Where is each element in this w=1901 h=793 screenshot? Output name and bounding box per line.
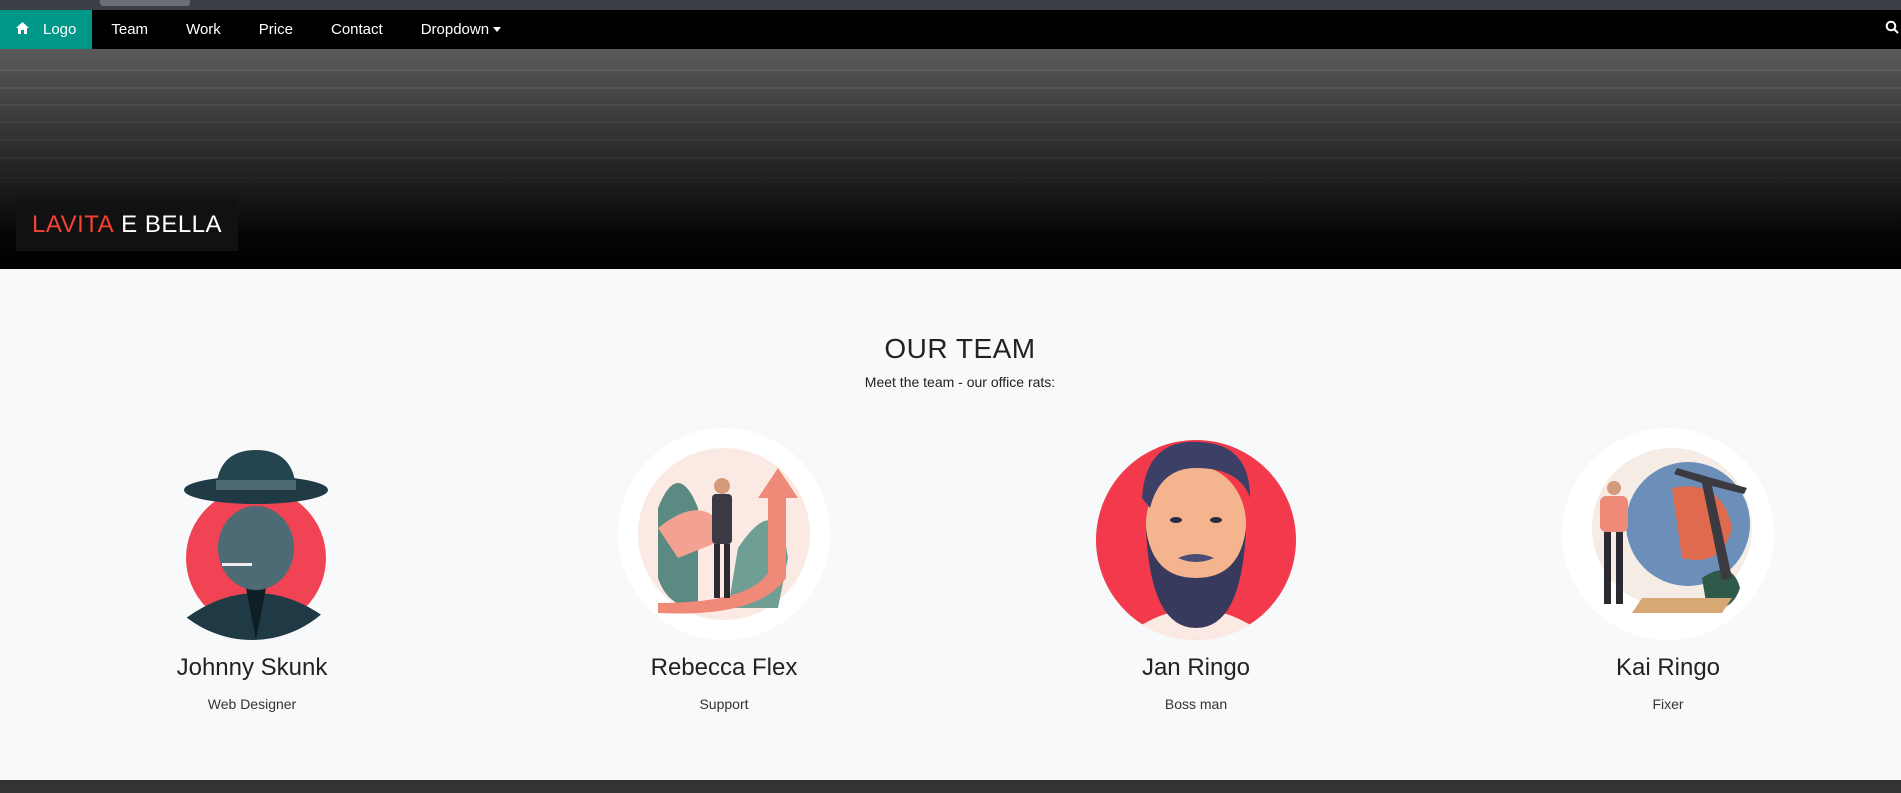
avatar — [146, 428, 358, 640]
nav-logo-label: Logo — [43, 21, 77, 38]
water-ripple — [0, 69, 1901, 71]
member-role: Support — [699, 696, 749, 712]
brand-text-red: LAVITA — [32, 211, 115, 238]
water-ripple — [0, 104, 1901, 106]
member-name: Johnny Skunk — [176, 654, 328, 681]
member-role: Boss man — [1164, 696, 1228, 712]
hero-brand-box: LAVITA E BELLA — [16, 199, 239, 251]
water-ripple — [0, 139, 1901, 141]
member-role: Web Designer — [207, 696, 297, 712]
bearded-man-avatar-icon — [1090, 428, 1302, 640]
caret-down-icon — [493, 27, 502, 32]
nav-item-price[interactable]: Price — [240, 10, 312, 49]
avatar — [1090, 428, 1302, 640]
team-member-card: Jan Ringo Boss man — [1086, 428, 1306, 712]
nav-item-work[interactable]: Work — [167, 10, 240, 49]
nav-logo-link[interactable]: Logo — [0, 10, 93, 49]
team-title: OUR TEAM — [884, 333, 1036, 364]
water-ripple — [0, 121, 1901, 123]
team-member-card: Kai Ringo Fixer — [1558, 428, 1778, 712]
nav-dropdown[interactable]: Dropdown — [402, 10, 520, 49]
nav-item-team[interactable]: Team — [92, 10, 167, 49]
browser-tab-strip — [0, 0, 1901, 10]
member-name: Jan Ringo — [1141, 654, 1251, 681]
top-navbar: Logo Team Work Price Contact Dropdown — [0, 10, 1901, 49]
hero-banner: LAVITA E BELLA — [0, 49, 1901, 269]
brand-text-white: E BELLA — [121, 211, 223, 238]
growth-avatar-icon — [618, 428, 830, 640]
water-ripple — [0, 177, 1901, 179]
nav-item-contact[interactable]: Contact — [312, 10, 402, 49]
avatar — [1562, 428, 1774, 640]
miner-avatar-icon — [1562, 428, 1774, 640]
team-subtitle: Meet the team - our office rats: — [864, 374, 1056, 390]
spy-avatar-icon — [146, 428, 358, 640]
water-ripple — [0, 157, 1901, 159]
team-member-card: Rebecca Flex Support — [614, 428, 834, 712]
water-ripple — [0, 87, 1901, 89]
nav-search-button[interactable] — [1885, 10, 1901, 49]
member-role: Fixer — [1652, 696, 1684, 712]
avatar — [618, 428, 830, 640]
team-member-card: Johnny Skunk Web Designer — [142, 428, 362, 712]
home-icon — [16, 21, 29, 38]
browser-tab[interactable] — [100, 0, 190, 6]
member-name: Rebecca Flex — [650, 654, 798, 681]
nav-dropdown-label: Dropdown — [420, 21, 490, 38]
search-icon — [1885, 20, 1899, 39]
member-name: Kai Ringo — [1615, 654, 1721, 681]
footer — [0, 780, 1901, 793]
